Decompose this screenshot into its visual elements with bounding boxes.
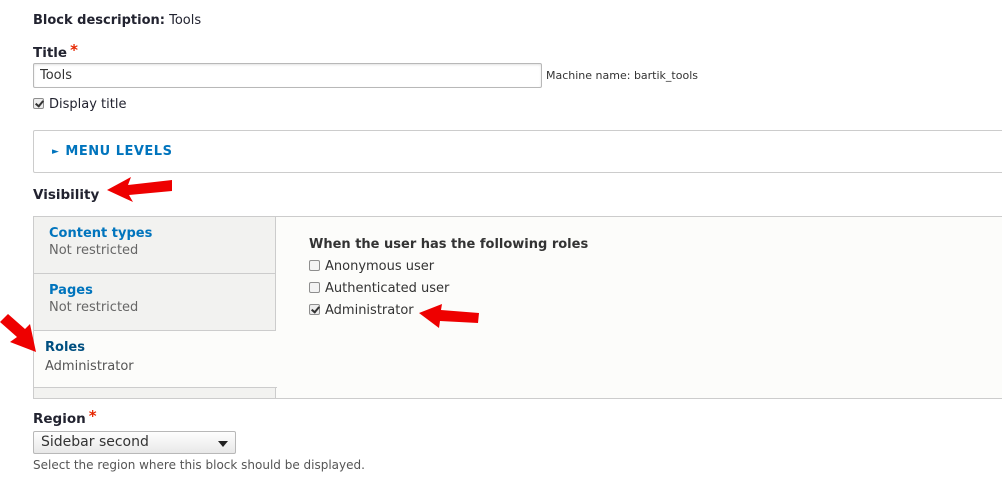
- visibility-label: Visibility: [33, 187, 100, 203]
- role-anonymous-user[interactable]: Anonymous user: [309, 259, 434, 274]
- region-selected-value: Sidebar second: [41, 434, 149, 450]
- annotation-arrow-roles-tab: [0, 314, 36, 352]
- role-anonymous-checkbox[interactable]: [309, 260, 320, 271]
- tab-content-types-summary: Not restricted: [49, 243, 139, 258]
- display-title-label: Display title: [49, 97, 127, 112]
- machine-name: Machine name: bartik_tools: [546, 69, 698, 82]
- tab-list-tail: [34, 389, 275, 398]
- roles-heading: When the user has the following roles: [309, 237, 589, 252]
- role-administrator-checkbox[interactable]: [309, 304, 320, 315]
- region-required-mark: *: [88, 407, 97, 425]
- annotation-arrow-visibility: [107, 177, 172, 202]
- role-administrator[interactable]: Administrator: [309, 303, 414, 318]
- menu-levels-details: ► MENU LEVELS: [33, 130, 1002, 173]
- region-label: Region *: [33, 407, 97, 427]
- block-description-label: Block description:: [33, 13, 165, 28]
- chevron-down-icon: [218, 441, 228, 447]
- block-config-form: Block description: Tools Title* Machine …: [0, 0, 1002, 486]
- tab-pages[interactable]: Pages Not restricted: [34, 274, 275, 331]
- region-label-text: Region: [33, 411, 86, 427]
- title-label: Title *: [33, 41, 78, 61]
- triangle-right-icon: ►: [52, 147, 60, 157]
- tab-pages-title: Pages: [49, 283, 93, 298]
- title-input[interactable]: [33, 63, 542, 88]
- display-title-option[interactable]: Display title: [33, 97, 126, 112]
- role-anonymous-label: Anonymous user: [325, 259, 435, 274]
- vertical-tab-list: Content types Not restricted Pages Not r…: [34, 217, 277, 398]
- title-required-mark: *: [70, 41, 78, 59]
- role-administrator-label: Administrator: [325, 303, 414, 318]
- tab-roles[interactable]: Roles Administrator: [34, 331, 277, 388]
- visibility-vertical-tabs: Content types Not restricted Pages Not r…: [33, 216, 1002, 399]
- tab-content-types-title: Content types: [49, 226, 153, 241]
- annotation-arrow-administrator: [419, 304, 479, 328]
- tab-content-types[interactable]: Content types Not restricted: [34, 217, 275, 274]
- region-select[interactable]: Sidebar second: [33, 431, 236, 454]
- display-title-checkbox[interactable]: [33, 98, 44, 109]
- role-authenticated-label: Authenticated user: [325, 281, 450, 296]
- menu-levels-toggle[interactable]: ► MENU LEVELS: [52, 144, 172, 159]
- block-description-value: Tools: [169, 13, 202, 28]
- role-authenticated-user[interactable]: Authenticated user: [309, 281, 449, 296]
- block-description: Block description: Tools: [33, 13, 201, 28]
- tab-roles-summary: Administrator: [45, 359, 134, 374]
- tab-pages-summary: Not restricted: [49, 300, 139, 315]
- region-description: Select the region where this block shoul…: [33, 458, 365, 472]
- role-authenticated-checkbox[interactable]: [309, 282, 320, 293]
- tab-roles-title: Roles: [45, 340, 85, 355]
- title-label-text: Title: [33, 45, 68, 61]
- menu-levels-label: MENU LEVELS: [65, 144, 173, 159]
